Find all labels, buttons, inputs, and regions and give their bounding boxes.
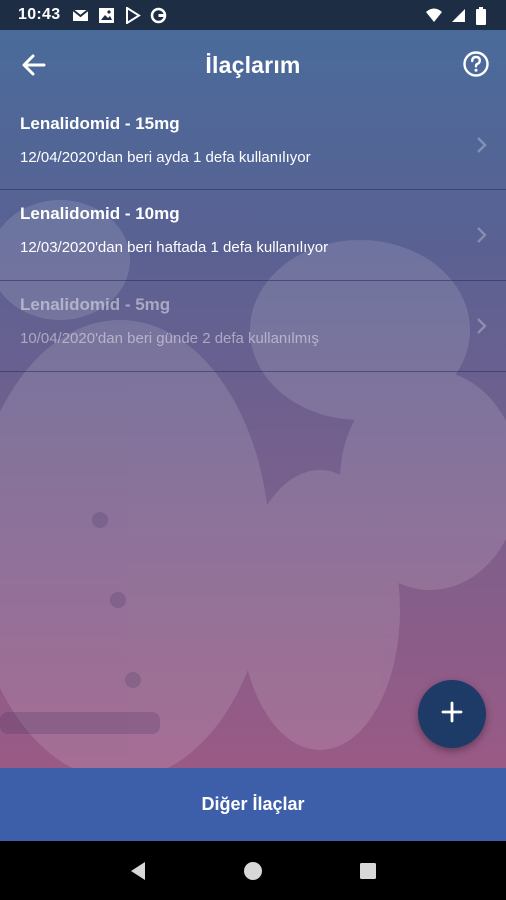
navigation-bar (0, 841, 506, 900)
medication-name: Lenalidomid - 5mg (20, 295, 171, 314)
play-store-icon (124, 5, 142, 25)
medication-description: 12/03/2020'dan beri haftada 1 defa kulla… (20, 239, 329, 256)
add-medication-button[interactable] (418, 680, 486, 748)
other-medications-button[interactable]: Diğer İlaçlar (0, 768, 506, 841)
list-item[interactable]: Lenalidomid - 10mg 12/03/2020'dan beri h… (0, 190, 506, 281)
photo-icon (98, 7, 115, 24)
medication-list: Lenalidomid - 15mg 12/04/2020'dan beri a… (0, 100, 506, 372)
nav-recents-icon[interactable] (353, 856, 383, 886)
chevron-right-icon (476, 136, 488, 154)
app-icon (150, 7, 167, 24)
list-item[interactable]: Lenalidomid - 15mg 12/04/2020'dan beri a… (0, 100, 506, 190)
status-time: 10:43 (18, 6, 61, 23)
help-circle-icon[interactable] (462, 50, 490, 78)
medication-name: Lenalidomid - 15mg (20, 114, 180, 133)
list-item[interactable]: Lenalidomid - 5mg 10/04/2020'dan beri gü… (0, 281, 506, 372)
medication-description: 12/04/2020'dan beri ayda 1 defa kullanıl… (20, 149, 311, 166)
signal-icon (450, 7, 467, 24)
chevron-right-icon (476, 317, 488, 335)
app-bar: İlaçlarım (0, 30, 506, 100)
chevron-right-icon (476, 226, 488, 244)
status-bar: 10:43 (0, 0, 506, 30)
arrow-left-icon[interactable] (20, 52, 48, 78)
gmail-icon (72, 7, 90, 24)
wifi-icon (425, 7, 442, 24)
medication-description: 10/04/2020'dan beri günde 2 defa kullanı… (20, 330, 319, 347)
system-status-icons (425, 6, 492, 25)
notification-icons (72, 5, 167, 25)
nav-home-icon[interactable] (238, 856, 268, 886)
battery-icon (475, 6, 492, 25)
nav-back-icon[interactable] (123, 856, 153, 886)
medication-name: Lenalidomid - 10mg (20, 204, 180, 223)
plus-icon (441, 701, 463, 728)
page-title: İlaçlarım (205, 51, 301, 78)
main-content: İlaçlarım Lenalidomid - 15mg 12/04/2020'… (0, 30, 506, 768)
